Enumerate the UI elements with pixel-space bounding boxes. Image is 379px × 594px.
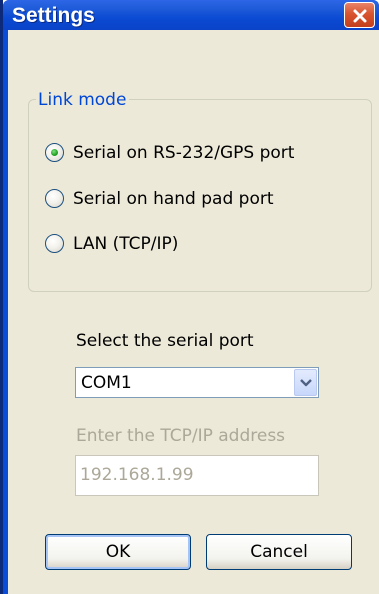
radio-label: LAN (TCP/IP) bbox=[73, 234, 179, 254]
serial-port-dropdown[interactable]: COM1 bbox=[75, 367, 319, 398]
title-bar[interactable]: Settings bbox=[3, 0, 379, 30]
dropdown-button[interactable] bbox=[294, 369, 317, 396]
chevron-down-icon bbox=[300, 379, 312, 387]
radio-icon bbox=[45, 143, 64, 162]
close-icon bbox=[353, 9, 367, 23]
link-mode-title: Link mode bbox=[36, 90, 130, 110]
radio-label: Serial on hand pad port bbox=[73, 189, 274, 209]
cancel-button[interactable]: Cancel bbox=[206, 534, 352, 570]
radio-icon bbox=[45, 234, 64, 253]
radio-label: Serial on RS-232/GPS port bbox=[73, 143, 295, 163]
close-button[interactable] bbox=[344, 2, 375, 28]
radio-selected-dot bbox=[51, 149, 58, 156]
tcpip-address-label: Enter the TCP/IP address bbox=[76, 426, 286, 446]
tcpip-address-field[interactable]: 192.168.1.99 bbox=[75, 455, 319, 496]
ok-button[interactable]: OK bbox=[45, 534, 191, 570]
radio-icon bbox=[45, 189, 64, 208]
window-title: Settings bbox=[12, 4, 95, 27]
tcpip-address-value: 192.168.1.99 bbox=[80, 465, 194, 485]
serial-port-label: Select the serial port bbox=[76, 331, 254, 351]
serial-port-value: COM1 bbox=[81, 373, 132, 393]
